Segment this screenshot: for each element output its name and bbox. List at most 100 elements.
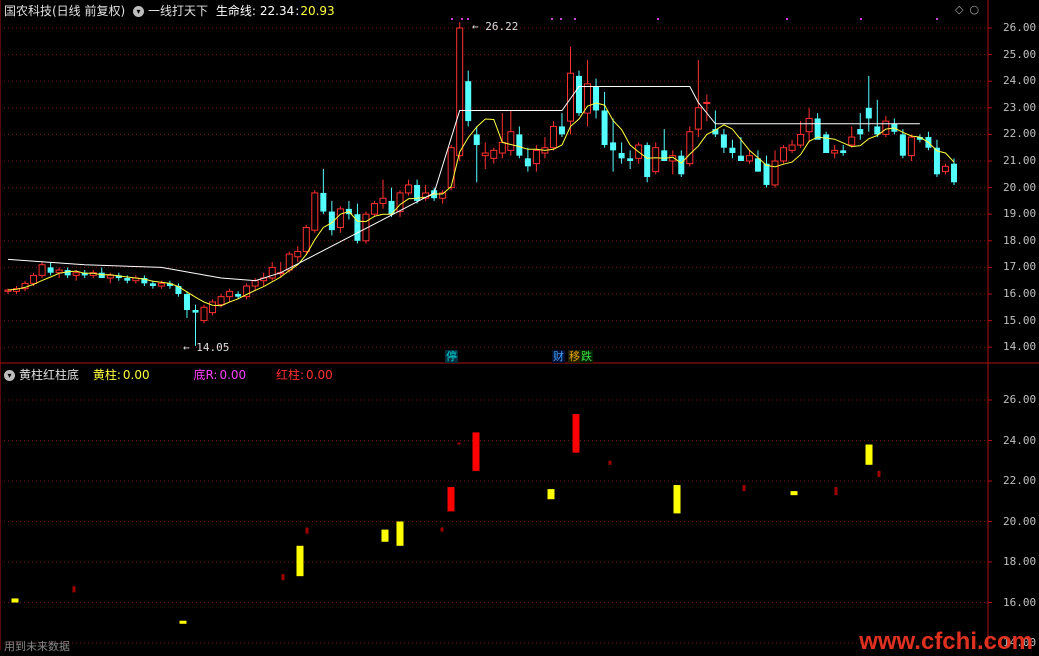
candle-body xyxy=(627,158,634,161)
signal-dot xyxy=(574,18,576,20)
yellow-bar xyxy=(396,521,404,546)
red-bar xyxy=(472,432,480,471)
candle-body xyxy=(370,203,378,215)
sub-chart-header: ▾ 黄柱红柱底 黄柱: 0.00 底R: 0.00 红柱: 0.00 xyxy=(4,366,337,384)
candle-body xyxy=(907,136,915,157)
candle-body xyxy=(157,282,165,287)
candle-body xyxy=(47,267,54,273)
candle-body xyxy=(516,134,523,156)
candle-body xyxy=(737,155,744,161)
yellow-bar xyxy=(673,485,681,514)
candle-body xyxy=(805,117,813,133)
y-tick-label: 22.00 xyxy=(1003,474,1037,487)
candle-body xyxy=(951,163,957,183)
candle-body xyxy=(703,101,711,104)
candle-body xyxy=(294,250,302,258)
candle-body xyxy=(882,120,890,135)
circle-icon[interactable]: ○ xyxy=(969,3,979,16)
watermark: www.cfchi.com xyxy=(859,628,1033,655)
candle-body xyxy=(661,150,668,161)
candle-body xyxy=(899,134,906,156)
candle-body xyxy=(192,309,199,313)
candle-body xyxy=(72,272,80,276)
candle-body xyxy=(720,134,727,148)
sub-indicator-name[interactable]: 黄柱红柱底 xyxy=(19,368,79,382)
indicator-bars xyxy=(11,414,881,624)
candle-body xyxy=(678,155,685,175)
stock-name[interactable]: 国农科技(日线 前复权) xyxy=(4,4,125,18)
candle-body xyxy=(507,131,515,151)
ma-polyline xyxy=(7,102,955,307)
y-tick-label: 26.00 xyxy=(1003,21,1037,34)
y-tick-label: 16.00 xyxy=(1003,595,1037,609)
signal-dot xyxy=(560,18,562,20)
y-tick-label: 25.00 xyxy=(1003,47,1037,61)
chart-frame xyxy=(0,0,1039,650)
candle-body xyxy=(106,274,114,279)
candle-body xyxy=(481,152,489,157)
candle-body xyxy=(124,278,131,281)
candle-body xyxy=(473,134,480,146)
indicator-toggle-icon[interactable]: ▾ xyxy=(133,6,145,17)
candle-body xyxy=(217,296,225,306)
candle-body xyxy=(652,147,660,173)
y-tick-label: 24.00 xyxy=(1003,74,1037,88)
red-label: 红柱: xyxy=(276,368,305,382)
candle-body xyxy=(524,158,531,167)
chart-canvas[interactable] xyxy=(0,0,1039,650)
candle-body xyxy=(149,283,156,287)
candle-body xyxy=(788,144,796,151)
yellow-value: 0.00 xyxy=(122,368,150,382)
future-data-note: 用到未来数据 xyxy=(4,640,70,653)
tag-suspend[interactable]: 停 xyxy=(445,350,458,363)
tag-finance[interactable]: 财 xyxy=(552,350,565,363)
candle-body xyxy=(200,306,208,322)
red-value: 0.00 xyxy=(306,368,333,382)
high-annotation: ← 26.22 xyxy=(472,20,519,33)
candle-body xyxy=(754,158,761,172)
candle-body xyxy=(797,133,805,146)
candle-body xyxy=(593,86,600,111)
candle-body xyxy=(64,270,71,276)
red-bar xyxy=(281,574,285,581)
lifeline-polyline xyxy=(7,86,920,282)
tag-fall[interactable]: 跌 xyxy=(580,350,593,363)
y-tick-label: 15.00 xyxy=(1003,313,1037,327)
yellow-bar xyxy=(547,489,555,500)
y-tick-label: 17.00 xyxy=(1003,260,1037,274)
yellow-bar xyxy=(381,529,389,542)
signal-dot xyxy=(467,18,469,20)
low-annotation: ← 14.05 xyxy=(183,341,230,354)
lifeline-value-1: 22.34 xyxy=(259,4,295,18)
lifeline-value-2: 20.93 xyxy=(300,4,335,18)
red-bar xyxy=(834,487,838,496)
diamond-icon[interactable]: ◇ xyxy=(955,3,963,16)
yellow-bar xyxy=(179,620,187,624)
candle-body xyxy=(38,264,46,276)
candle-body xyxy=(175,286,182,294)
signal-dot xyxy=(936,18,938,20)
yellow-bar xyxy=(296,545,304,577)
red-bar xyxy=(608,460,612,465)
candle-body xyxy=(686,131,694,165)
candle-body xyxy=(30,274,38,284)
candle-body xyxy=(848,136,856,146)
signal-dot xyxy=(451,18,453,20)
candle-body xyxy=(320,192,327,212)
candle-body xyxy=(498,141,506,154)
candle-body xyxy=(251,280,259,287)
candle-body xyxy=(226,290,234,298)
candle-body xyxy=(745,155,753,162)
candle-body xyxy=(618,153,625,159)
sub-indicator-toggle-icon[interactable]: ▾ xyxy=(4,370,15,381)
main-chart-header: 国农科技(日线 前复权) ▾ 一线打天下 生命线: 22.34:20.93 xyxy=(4,4,335,18)
candle-body xyxy=(302,227,310,252)
bottom-grid xyxy=(4,399,992,644)
signal-dot xyxy=(657,18,659,20)
indicator-name[interactable]: 一线打天下 xyxy=(148,4,208,18)
y-tick-label: 20.00 xyxy=(1003,514,1037,528)
y-tick-label: 26.00 xyxy=(1003,393,1037,406)
candle-body xyxy=(98,272,105,279)
candle-body xyxy=(558,126,565,135)
red-bar xyxy=(305,527,309,534)
